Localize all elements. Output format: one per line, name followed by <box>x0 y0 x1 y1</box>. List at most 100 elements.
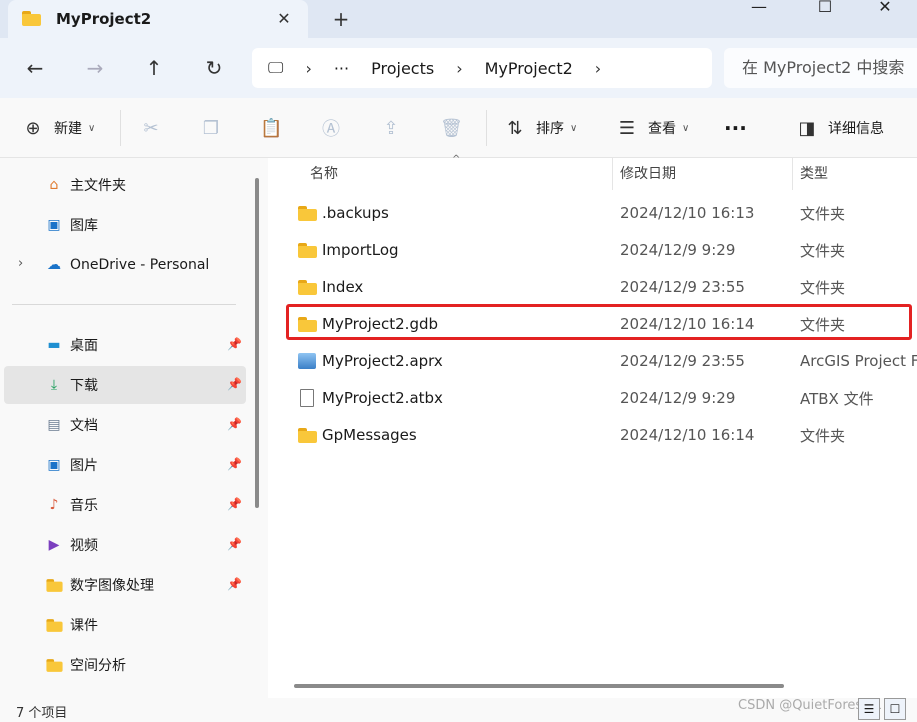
pictures-icon: ▣ <box>47 457 61 473</box>
sidebar-item-pictures[interactable]: ▣ 图片 📌 <box>4 446 246 484</box>
scissors-icon: ✂ <box>143 117 159 139</box>
tiles-view-icon[interactable]: ☐ <box>884 698 906 720</box>
sidebar-item-desktop[interactable]: ▬ 桌面 📌 <box>4 326 246 364</box>
horizontal-scrollbar[interactable] <box>294 684 784 688</box>
table-row[interactable]: MyProject2.aprx 2024/12/9 23:55 ArcGIS P… <box>288 343 917 379</box>
cut-button[interactable]: ✂ <box>140 115 172 141</box>
more-options-button[interactable]: ··· <box>724 115 747 141</box>
address-bar[interactable]: 🖵 › ··· Projects › MyProject2 › <box>252 48 712 88</box>
divider <box>120 110 121 146</box>
rename-button[interactable]: Ⓐ <box>320 115 352 141</box>
table-row[interactable]: GpMessages 2024/12/10 16:14 文件夹 <box>288 417 917 453</box>
pin-icon[interactable]: 📌 <box>227 497 242 511</box>
sidebar-item-label: 音乐 <box>70 498 98 514</box>
new-tab-button[interactable]: + <box>330 8 352 30</box>
chevron-right-icon[interactable]: › <box>305 59 311 78</box>
sort-label: 排序 <box>536 121 564 137</box>
delete-button[interactable]: 🗑 <box>440 115 472 141</box>
navigation-pane: ⌂ 主文件夹 ▣ 图库 › ☁ OneDrive - Personal ▬ 桌面… <box>0 158 268 698</box>
sidebar-item-digital-image-processing[interactable]: 数字图像处理 📌 <box>4 566 246 604</box>
pin-icon[interactable]: 📌 <box>227 377 242 391</box>
details-button[interactable]: ◨ 详细信息 <box>796 115 884 141</box>
sidebar-item-home[interactable]: ⌂ 主文件夹 <box>4 166 246 204</box>
sidebar-item-label: 图库 <box>70 218 98 234</box>
sidebar-item-videos[interactable]: ▶ 视频 📌 <box>4 526 246 564</box>
tab-myproject2[interactable]: MyProject2 ✕ <box>8 0 308 38</box>
pin-icon[interactable]: 📌 <box>227 417 242 431</box>
breadcrumb-myproject2[interactable]: MyProject2 <box>485 59 573 78</box>
sidebar-item-music[interactable]: ♪ 音乐 📌 <box>4 486 246 524</box>
search-input[interactable]: 在 MyProject2 中搜索 <box>724 48 917 88</box>
breadcrumb-projects[interactable]: Projects <box>371 59 434 78</box>
table-row[interactable]: ImportLog 2024/12/9 9:29 文件夹 <box>288 232 917 268</box>
chevron-right-icon[interactable]: › <box>18 256 23 271</box>
sidebar-item-onedrive[interactable]: › ☁ OneDrive - Personal <box>4 246 246 284</box>
trash-icon: 🗑 <box>440 117 463 139</box>
view-button[interactable]: ☰ 查看 ∨ <box>616 115 689 141</box>
maximize-button[interactable]: ☐ <box>802 0 848 22</box>
column-separator[interactable] <box>612 158 613 190</box>
folder-icon <box>22 11 42 27</box>
close-tab-icon[interactable]: ✕ <box>274 9 294 29</box>
file-name: ImportLog <box>322 241 399 259</box>
file-list: ^ 名称 修改日期 类型 .backups 2024/12/10 16:13 文… <box>268 154 917 698</box>
column-separator[interactable] <box>792 158 793 190</box>
pin-icon[interactable]: 📌 <box>227 537 242 551</box>
paste-button[interactable]: 📋 <box>260 115 292 141</box>
details-view-icon[interactable]: ☰ <box>858 698 880 720</box>
sidebar-item-label: 桌面 <box>70 338 98 354</box>
table-row[interactable]: .backups 2024/12/10 16:13 文件夹 <box>288 195 917 231</box>
file-name: GpMessages <box>322 426 417 444</box>
document-icon: ▤ <box>47 417 61 433</box>
music-icon: ♪ <box>49 497 59 513</box>
sidebar-item-documents[interactable]: ▤ 文档 📌 <box>4 406 246 444</box>
column-header-type[interactable]: 类型 <box>800 158 828 190</box>
chevron-down-icon: ∨ <box>570 122 578 134</box>
file-modified: 2024/12/9 23:55 <box>620 278 745 296</box>
file-type: 文件夹 <box>800 204 846 223</box>
video-icon: ▶ <box>48 537 60 553</box>
divider <box>12 304 236 305</box>
breadcrumb-ellipsis[interactable]: ··· <box>334 59 349 78</box>
folder-icon <box>296 426 318 444</box>
folder-icon <box>44 616 64 634</box>
refresh-button[interactable]: ↻ <box>199 53 229 83</box>
up-button[interactable]: ↑ <box>139 53 169 83</box>
copy-icon: ❐ <box>202 117 220 139</box>
chevron-down-icon: ∨ <box>88 122 96 134</box>
sidebar-item-label: 视频 <box>70 538 98 554</box>
sidebar-item-courseware[interactable]: 课件 <box>4 606 246 644</box>
file-modified: 2024/12/9 23:55 <box>620 352 745 370</box>
sidebar-item-spatial-analysis[interactable]: 空间分析 <box>4 646 246 684</box>
close-window-button[interactable]: ✕ <box>862 0 908 22</box>
table-row[interactable]: Index 2024/12/9 23:55 文件夹 <box>288 269 917 305</box>
new-button[interactable]: ⊕ 新建 ∨ <box>22 115 95 141</box>
sidebar-item-label: 下载 <box>70 378 98 394</box>
sidebar-scrollbar[interactable] <box>255 178 259 508</box>
folder-icon <box>44 656 64 674</box>
pin-icon[interactable]: 📌 <box>227 577 242 591</box>
share-button[interactable]: ⇪ <box>380 115 412 141</box>
column-header-modified[interactable]: 修改日期 <box>620 158 676 190</box>
table-row[interactable]: MyProject2.atbx 2024/12/9 9:29 ATBX 文件 <box>288 380 917 416</box>
sidebar-item-gallery[interactable]: ▣ 图库 <box>4 206 246 244</box>
command-bar: ⊕ 新建 ∨ ✂ ❐ 📋 Ⓐ ⇪ 🗑 ⇅ 排序 ∨ ☰ 查看 ∨ ··· ◨ 详… <box>0 98 917 158</box>
chevron-right-icon[interactable]: › <box>595 59 601 78</box>
chevron-right-icon[interactable]: › <box>456 59 462 78</box>
file-modified: 2024/12/9 9:29 <box>620 241 736 259</box>
file-modified: 2024/12/10 16:13 <box>620 204 755 222</box>
this-pc-icon[interactable]: 🖵 <box>268 58 283 78</box>
sort-button[interactable]: ⇅ 排序 ∨ <box>504 115 577 141</box>
pin-icon[interactable]: 📌 <box>227 457 242 471</box>
sidebar-item-label: OneDrive - Personal <box>70 257 210 273</box>
copy-button[interactable]: ❐ <box>200 115 232 141</box>
file-modified: 2024/12/10 16:14 <box>620 426 755 444</box>
folder-icon <box>296 204 318 222</box>
file-name: Index <box>322 278 364 296</box>
forward-button[interactable]: → <box>80 53 110 83</box>
back-button[interactable]: ← <box>20 53 50 83</box>
minimize-button[interactable]: — <box>736 0 782 22</box>
sidebar-item-downloads[interactable]: ⤓ 下载 📌 <box>4 366 246 404</box>
column-header-name[interactable]: 名称 <box>310 158 338 190</box>
pin-icon[interactable]: 📌 <box>227 337 242 351</box>
